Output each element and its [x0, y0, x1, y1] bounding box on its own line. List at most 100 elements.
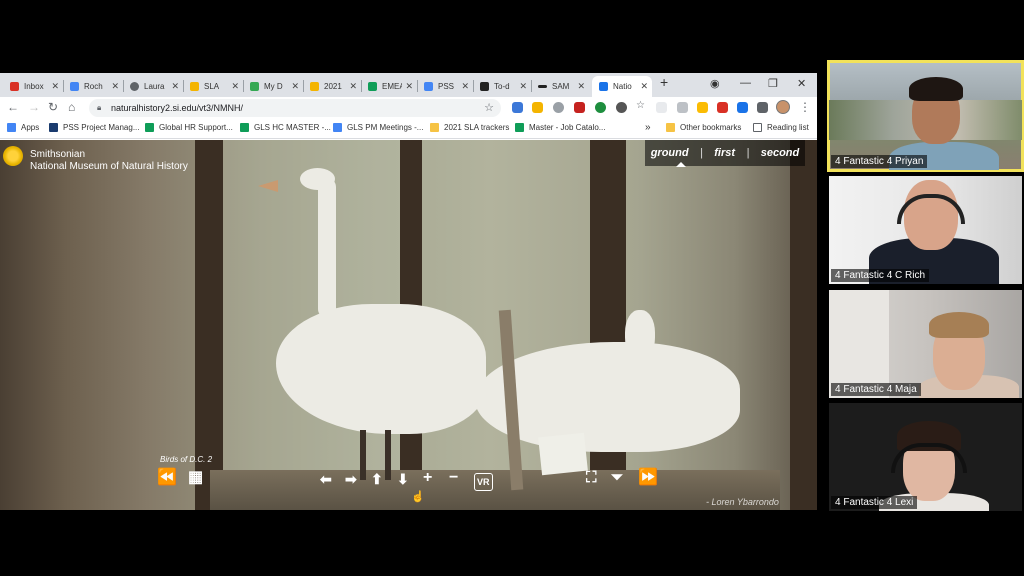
tab-sam[interactable]: SAM ✕	[531, 76, 589, 97]
close-icon[interactable]: ✕	[577, 81, 585, 92]
new-tab-button[interactable]: +	[660, 74, 668, 90]
extension-icon[interactable]	[656, 102, 667, 113]
mouse-cursor-icon: ☝	[411, 491, 425, 503]
reload-button[interactable]: ↻	[48, 100, 58, 114]
tab-my-drive[interactable]: My D ✕	[243, 76, 303, 97]
other-bookmarks-folder[interactable]: Other bookmarks	[666, 123, 741, 132]
extension-icon[interactable]	[677, 102, 688, 113]
address-bar[interactable]: 🔒︎ naturalhistory2.si.edu/vt3/NMNH/ ☆	[89, 99, 501, 117]
extension-icon[interactable]	[616, 102, 627, 113]
floor-ground[interactable]: ground	[651, 147, 689, 159]
thumbnails-grid-button[interactable]: ▦	[188, 470, 203, 486]
close-window-button[interactable]: ✕	[797, 77, 806, 90]
bookmark-pss-project[interactable]: PSS Project Manag...	[49, 123, 139, 132]
back-button[interactable]: ←	[7, 100, 19, 114]
globe-icon	[130, 82, 139, 91]
pan-right-button[interactable]: ➡	[345, 472, 357, 486]
bookmark-global-hr[interactable]: Global HR Support...	[145, 123, 233, 132]
menu-icon[interactable]: ⋮	[799, 100, 811, 114]
close-icon[interactable]: ✕	[171, 81, 179, 92]
extension-icon[interactable]	[574, 102, 585, 113]
sheets-icon	[240, 123, 249, 132]
smithsonian-logo-icon	[3, 146, 23, 166]
close-icon[interactable]: ✕	[519, 81, 527, 92]
extension-icon[interactable]	[532, 102, 543, 113]
close-icon[interactable]: ✕	[111, 81, 119, 92]
participant-tile-priyan[interactable]: 4 Fantastic 4 Priyan	[827, 60, 1024, 172]
previous-scene-button[interactable]: ⏪	[157, 470, 177, 486]
tab-national-museum[interactable]: Natio ✕	[592, 76, 652, 97]
profile-avatar[interactable]	[776, 100, 790, 114]
pan-down-button[interactable]: ⬇	[397, 472, 409, 486]
forward-button[interactable]: →	[28, 100, 40, 114]
tab-todo[interactable]: To-d ✕	[473, 76, 531, 97]
zoom-in-button[interactable]: +	[423, 470, 432, 486]
tab-pss[interactable]: PSS ✕	[417, 76, 473, 97]
vr-mode-button[interactable]: VR	[474, 473, 493, 491]
extension-icon[interactable]	[737, 102, 748, 113]
reading-list-icon	[753, 123, 762, 132]
puzzle-icon[interactable]	[757, 102, 768, 113]
extension-icon[interactable]	[697, 102, 708, 113]
docs-icon	[70, 82, 79, 91]
fullscreen-button[interactable]: ⛶	[586, 470, 597, 485]
tab-sla[interactable]: SLA ✕	[183, 76, 243, 97]
bookmark-apps[interactable]: Apps	[7, 123, 39, 132]
maximize-button[interactable]: ❐	[768, 77, 778, 90]
zoom-out-button[interactable]: −	[449, 470, 458, 486]
close-icon[interactable]: ✕	[291, 81, 299, 92]
tab-laura[interactable]: Laura ✕	[123, 76, 183, 97]
close-icon[interactable]: ✕	[349, 81, 357, 92]
bookmark-master-job[interactable]: Master - Job Catalo...	[515, 123, 605, 132]
close-icon[interactable]: ✕	[461, 81, 469, 92]
participant-name: 4 Fantastic 4 Lexi	[831, 496, 918, 509]
tab-inbox[interactable]: Inbox ✕	[3, 76, 63, 97]
close-icon[interactable]: ✕	[231, 81, 239, 92]
bookmark-label: Reading list	[767, 123, 809, 132]
tab-emea[interactable]: EMEA ✕	[361, 76, 417, 97]
museum-title: Smithsonian National Museum of Natural H…	[30, 149, 188, 173]
extension-icon[interactable]	[512, 102, 523, 113]
close-icon[interactable]: ✕	[51, 81, 59, 92]
participant-tile-c-rich[interactable]: 4 Fantastic 4 C Rich	[829, 176, 1022, 284]
participant-tile-lexi[interactable]: 4 Fantastic 4 Lexi	[829, 403, 1022, 511]
floor-second[interactable]: second	[761, 147, 800, 159]
tab-2021[interactable]: 2021 ✕	[303, 76, 361, 97]
project-icon	[49, 123, 58, 132]
tab-strip: Inbox ✕ Roch ✕ Laura ✕ SLA ✕ My D ✕ 2021…	[0, 73, 817, 97]
tab-title: SLA	[204, 82, 220, 91]
tab-search-icon[interactable]: ◉	[710, 77, 720, 90]
extension-icon[interactable]	[595, 102, 606, 113]
pan-left-button[interactable]: ⬅	[320, 472, 332, 486]
close-icon[interactable]: ✕	[405, 81, 413, 92]
folder-icon	[430, 123, 439, 132]
sheets-icon	[515, 123, 524, 132]
hide-controls-button[interactable]: ⏷	[611, 470, 623, 485]
home-button[interactable]: ⌂	[68, 100, 75, 114]
bookmark-label: Other bookmarks	[680, 123, 742, 132]
specimen-label	[538, 432, 588, 476]
participant-tile-maja[interactable]: 4 Fantastic 4 Maja	[829, 290, 1022, 398]
next-scene-button[interactable]: ⏩	[638, 470, 658, 486]
more-bookmarks-button[interactable]: »	[645, 122, 651, 133]
bookmark-gls-hc[interactable]: GLS HC MASTER -...	[240, 123, 331, 132]
bookmark-2021-sla[interactable]: 2021 SLA trackers	[430, 123, 509, 132]
tab-roch[interactable]: Roch ✕	[63, 76, 123, 97]
minimize-button[interactable]: —	[740, 77, 751, 89]
docs-icon	[333, 123, 342, 132]
bookmark-star-icon[interactable]: ☆	[484, 101, 494, 114]
floor-separator: |	[746, 147, 750, 159]
bookmark-gls-pm[interactable]: GLS PM Meetings -...	[333, 123, 423, 132]
floor-first[interactable]: first	[714, 147, 735, 159]
reading-list-button[interactable]: Reading list	[753, 123, 809, 132]
extension-icon[interactable]	[553, 102, 564, 113]
tab-title: Inbox	[24, 82, 44, 91]
star-icon[interactable]: ☆	[636, 100, 647, 111]
virtual-tour-view[interactable]: Smithsonian National Museum of Natural H…	[0, 140, 817, 510]
close-icon[interactable]: ✕	[640, 81, 648, 92]
doc-icon	[480, 82, 489, 91]
url-text: naturalhistory2.si.edu/vt3/NMNH/	[111, 103, 244, 113]
extension-icon[interactable]	[717, 102, 728, 113]
gmail-icon	[10, 82, 19, 91]
pan-up-button[interactable]: ⬆	[371, 472, 383, 486]
